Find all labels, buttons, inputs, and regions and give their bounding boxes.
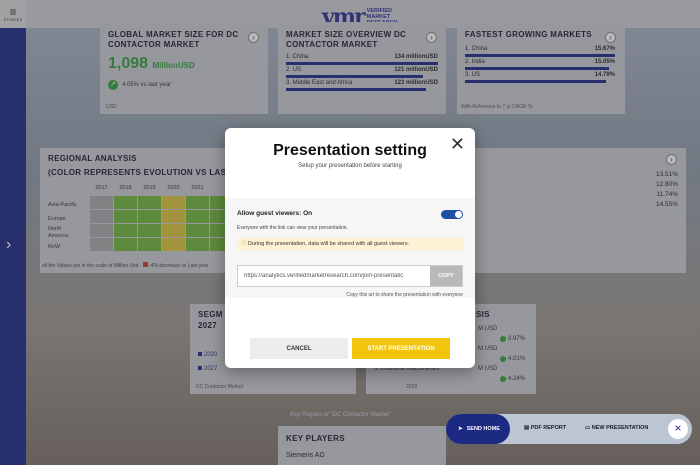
presentation-setting-dialog: ✕ Presentation setting Setup your presen… bbox=[225, 128, 475, 368]
document-icon: ▤ bbox=[524, 425, 530, 431]
send-home-button[interactable]: ➤ SEND HOME bbox=[446, 414, 510, 444]
share-url-input[interactable] bbox=[238, 266, 430, 286]
copy-hint: Copy this url to share the presentation … bbox=[346, 292, 463, 298]
start-presentation-button[interactable]: START PRESENTATION bbox=[352, 338, 450, 359]
cancel-button[interactable]: CANCEL bbox=[250, 338, 348, 359]
info-icon: ⓘ bbox=[241, 241, 247, 247]
sharing-notice: ⓘ During the presentation, data will be … bbox=[237, 238, 463, 250]
presentation-icon: ▭ bbox=[585, 425, 591, 431]
close-icon[interactable]: × bbox=[668, 419, 688, 439]
copy-button[interactable]: COPY bbox=[430, 266, 462, 286]
new-presentation-button[interactable]: ▭ NEW PRESENTATION bbox=[585, 425, 648, 431]
send-icon: ➤ bbox=[458, 426, 463, 432]
guest-viewers-label: Allow guest viewers: On bbox=[237, 210, 313, 217]
guest-viewers-description: Everyone with the link can view your pre… bbox=[237, 225, 348, 231]
dialog-subtitle: Setup your presentation before starting bbox=[298, 163, 402, 169]
pdf-report-button[interactable]: ▤ PDF REPORT bbox=[524, 425, 566, 431]
share-url-group: COPY bbox=[237, 265, 463, 287]
dialog-title: Presentation setting bbox=[273, 142, 427, 159]
guest-viewers-toggle[interactable] bbox=[441, 210, 463, 219]
